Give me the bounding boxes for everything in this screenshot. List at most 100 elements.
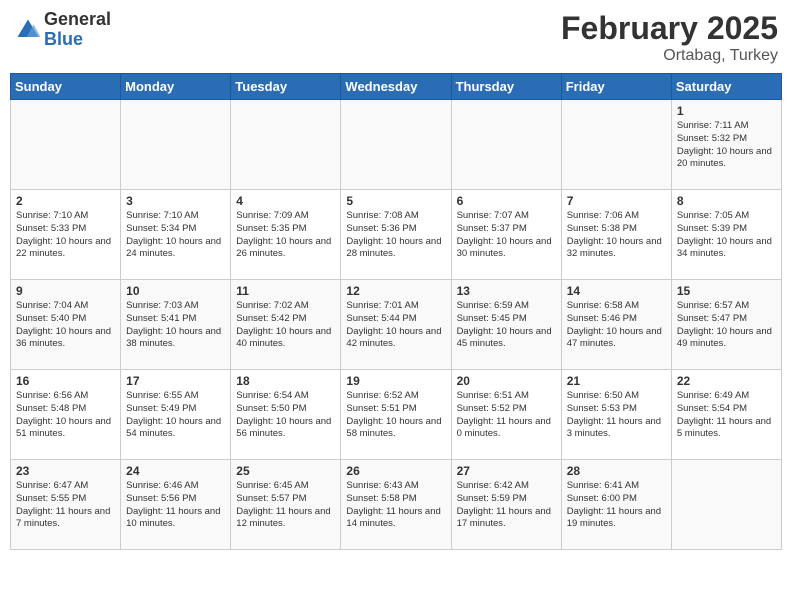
day-info: Sunrise: 6:50 AM Sunset: 5:53 PM Dayligh… <box>567 390 666 441</box>
day-info: Sunrise: 6:56 AM Sunset: 5:48 PM Dayligh… <box>16 390 115 441</box>
logo-icon <box>14 16 42 44</box>
calendar-cell: 6 Sunrise: 7:07 AM Sunset: 5:37 PM Daylig… <box>451 190 561 280</box>
calendar-cell: 8 Sunrise: 7:05 AM Sunset: 5:39 PM Daylig… <box>671 190 781 280</box>
calendar-cell: 28 Sunrise: 6:41 AM Sunset: 6:00 PM Dayli… <box>561 460 671 550</box>
day-header-monday: Monday <box>121 74 231 100</box>
day-number: 24 <box>126 464 225 478</box>
day-number: 28 <box>567 464 666 478</box>
location-text: Ortabag, Turkey <box>561 47 778 65</box>
week-row-0: 1 Sunrise: 7:11 AM Sunset: 5:32 PM Daylig… <box>11 100 782 190</box>
day-info: Sunrise: 7:10 AM Sunset: 5:33 PM Dayligh… <box>16 210 115 261</box>
day-info: Sunrise: 7:01 AM Sunset: 5:44 PM Dayligh… <box>346 300 445 351</box>
calendar-cell: 23Sunrise: 6:47 AM Sunset: 5:55 PM Dayli… <box>11 460 121 550</box>
day-info: Sunrise: 6:57 AM Sunset: 5:47 PM Dayligh… <box>677 300 776 351</box>
day-number: 17 <box>126 374 225 388</box>
day-info: Sunrise: 6:59 AM Sunset: 5:45 PM Dayligh… <box>457 300 556 351</box>
logo-general-text: General <box>44 9 111 29</box>
week-row-3: 16Sunrise: 6:56 AM Sunset: 5:48 PM Dayli… <box>11 370 782 460</box>
day-info: Sunrise: 6:42 AM Sunset: 5:59 PM Dayligh… <box>457 480 556 531</box>
calendar-cell <box>561 100 671 190</box>
day-info: Sunrise: 6:51 AM Sunset: 5:52 PM Dayligh… <box>457 390 556 441</box>
calendar-cell: 21 Sunrise: 6:50 AM Sunset: 5:53 PM Dayli… <box>561 370 671 460</box>
day-header-thursday: Thursday <box>451 74 561 100</box>
day-number: 7 <box>567 194 666 208</box>
day-number: 27 <box>457 464 556 478</box>
day-info: Sunrise: 6:45 AM Sunset: 5:57 PM Dayligh… <box>236 480 335 531</box>
calendar-cell: 4 Sunrise: 7:09 AM Sunset: 5:35 PM Daylig… <box>231 190 341 280</box>
calendar-cell: 9 Sunrise: 7:04 AM Sunset: 5:40 PM Daylig… <box>11 280 121 370</box>
calendar-cell: 5Sunrise: 7:08 AM Sunset: 5:36 PM Daylig… <box>341 190 451 280</box>
calendar-cell: 17 Sunrise: 6:55 AM Sunset: 5:49 PM Dayli… <box>121 370 231 460</box>
day-number: 19 <box>346 374 445 388</box>
calendar-cell: 15 Sunrise: 6:57 AM Sunset: 5:47 PM Dayli… <box>671 280 781 370</box>
day-number: 21 <box>567 374 666 388</box>
day-info: Sunrise: 6:55 AM Sunset: 5:49 PM Dayligh… <box>126 390 225 441</box>
day-info: Sunrise: 6:46 AM Sunset: 5:56 PM Dayligh… <box>126 480 225 531</box>
day-info: Sunrise: 7:09 AM Sunset: 5:35 PM Dayligh… <box>236 210 335 261</box>
day-number: 4 <box>236 194 335 208</box>
page-header: General Blue February 2025 Ortabag, Turk… <box>10 10 782 65</box>
calendar-cell: 12 Sunrise: 7:01 AM Sunset: 5:44 PM Dayli… <box>341 280 451 370</box>
calendar-cell: 2 Sunrise: 7:10 AM Sunset: 5:33 PM Daylig… <box>11 190 121 280</box>
day-number: 10 <box>126 284 225 298</box>
day-info: Sunrise: 6:41 AM Sunset: 6:00 PM Dayligh… <box>567 480 666 531</box>
calendar-cell: 1 Sunrise: 7:11 AM Sunset: 5:32 PM Daylig… <box>671 100 781 190</box>
day-info: Sunrise: 6:43 AM Sunset: 5:58 PM Dayligh… <box>346 480 445 531</box>
day-header-friday: Friday <box>561 74 671 100</box>
day-info: Sunrise: 7:07 AM Sunset: 5:37 PM Dayligh… <box>457 210 556 261</box>
calendar-cell <box>451 100 561 190</box>
day-number: 9 <box>16 284 115 298</box>
calendar-header-row: SundayMondayTuesdayWednesdayThursdayFrid… <box>11 74 782 100</box>
day-info: Sunrise: 7:02 AM Sunset: 5:42 PM Dayligh… <box>236 300 335 351</box>
calendar-cell: 22Sunrise: 6:49 AM Sunset: 5:54 PM Dayli… <box>671 370 781 460</box>
day-number: 3 <box>126 194 225 208</box>
calendar-cell: 13 Sunrise: 6:59 AM Sunset: 5:45 PM Dayli… <box>451 280 561 370</box>
logo: General Blue <box>14 10 111 50</box>
day-info: Sunrise: 7:04 AM Sunset: 5:40 PM Dayligh… <box>16 300 115 351</box>
day-info: Sunrise: 6:52 AM Sunset: 5:51 PM Dayligh… <box>346 390 445 441</box>
calendar-cell <box>11 100 121 190</box>
calendar-cell <box>121 100 231 190</box>
day-info: Sunrise: 6:47 AM Sunset: 5:55 PM Dayligh… <box>16 480 115 531</box>
calendar-cell <box>341 100 451 190</box>
calendar-table: SundayMondayTuesdayWednesdayThursdayFrid… <box>10 73 782 550</box>
calendar-cell: 7Sunrise: 7:06 AM Sunset: 5:38 PM Daylig… <box>561 190 671 280</box>
title-block: February 2025 Ortabag, Turkey <box>561 10 778 65</box>
calendar-cell: 11 Sunrise: 7:02 AM Sunset: 5:42 PM Dayli… <box>231 280 341 370</box>
day-number: 14 <box>567 284 666 298</box>
calendar-cell <box>671 460 781 550</box>
calendar-cell: 16Sunrise: 6:56 AM Sunset: 5:48 PM Dayli… <box>11 370 121 460</box>
day-number: 15 <box>677 284 776 298</box>
calendar-cell: 24 Sunrise: 6:46 AM Sunset: 5:56 PM Dayli… <box>121 460 231 550</box>
week-row-1: 2 Sunrise: 7:10 AM Sunset: 5:33 PM Daylig… <box>11 190 782 280</box>
day-info: Sunrise: 6:54 AM Sunset: 5:50 PM Dayligh… <box>236 390 335 441</box>
calendar-cell: 19 Sunrise: 6:52 AM Sunset: 5:51 PM Dayli… <box>341 370 451 460</box>
day-number: 2 <box>16 194 115 208</box>
day-number: 25 <box>236 464 335 478</box>
calendar-cell: 18Sunrise: 6:54 AM Sunset: 5:50 PM Dayli… <box>231 370 341 460</box>
day-info: Sunrise: 7:03 AM Sunset: 5:41 PM Dayligh… <box>126 300 225 351</box>
day-info: Sunrise: 6:49 AM Sunset: 5:54 PM Dayligh… <box>677 390 776 441</box>
week-row-4: 23Sunrise: 6:47 AM Sunset: 5:55 PM Dayli… <box>11 460 782 550</box>
day-number: 13 <box>457 284 556 298</box>
day-header-tuesday: Tuesday <box>231 74 341 100</box>
day-info: Sunrise: 6:58 AM Sunset: 5:46 PM Dayligh… <box>567 300 666 351</box>
month-title: February 2025 <box>561 10 778 47</box>
day-number: 6 <box>457 194 556 208</box>
day-info: Sunrise: 7:10 AM Sunset: 5:34 PM Dayligh… <box>126 210 225 261</box>
day-number: 20 <box>457 374 556 388</box>
day-number: 1 <box>677 104 776 118</box>
calendar-cell: 20 Sunrise: 6:51 AM Sunset: 5:52 PM Dayli… <box>451 370 561 460</box>
day-header-saturday: Saturday <box>671 74 781 100</box>
day-header-sunday: Sunday <box>11 74 121 100</box>
day-info: Sunrise: 7:05 AM Sunset: 5:39 PM Dayligh… <box>677 210 776 261</box>
day-number: 8 <box>677 194 776 208</box>
day-number: 12 <box>346 284 445 298</box>
week-row-2: 9 Sunrise: 7:04 AM Sunset: 5:40 PM Daylig… <box>11 280 782 370</box>
day-number: 11 <box>236 284 335 298</box>
calendar-cell: 26Sunrise: 6:43 AM Sunset: 5:58 PM Dayli… <box>341 460 451 550</box>
calendar-cell: 14 Sunrise: 6:58 AM Sunset: 5:46 PM Dayli… <box>561 280 671 370</box>
day-info: Sunrise: 7:11 AM Sunset: 5:32 PM Dayligh… <box>677 120 776 171</box>
calendar-cell <box>231 100 341 190</box>
day-header-wednesday: Wednesday <box>341 74 451 100</box>
